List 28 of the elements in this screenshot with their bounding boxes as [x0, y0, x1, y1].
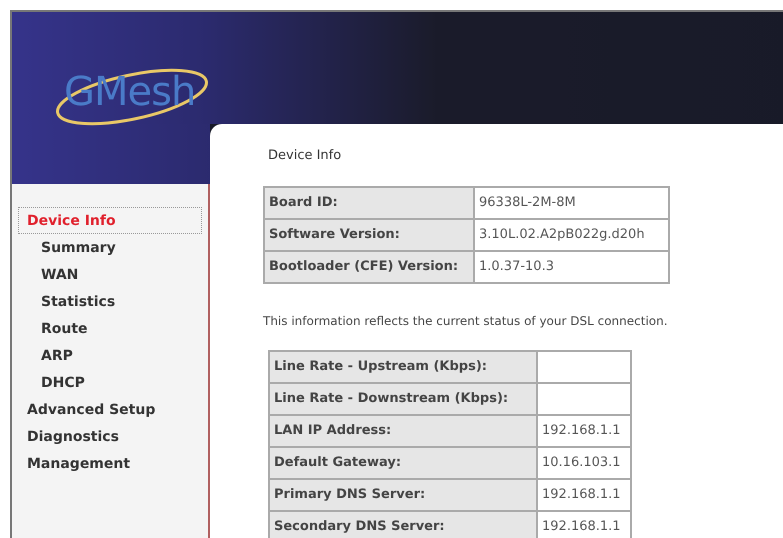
field-label: Primary DNS Server:: [269, 478, 537, 510]
nav-link[interactable]: Statistics: [18, 288, 202, 315]
field-label: Software Version:: [264, 218, 474, 250]
nav-link[interactable]: Advanced Setup: [18, 396, 202, 423]
field-value: 192.168.1.1: [537, 414, 631, 446]
field-value: 10.16.103.1: [537, 446, 631, 478]
nav-link[interactable]: DHCP: [18, 369, 202, 396]
nav-link[interactable]: Device Info: [18, 207, 202, 234]
field-label: Line Rate - Downstream (Kbps):: [269, 382, 537, 414]
page-title: Device Info: [268, 147, 342, 165]
field-value: 192.168.1.1: [537, 478, 631, 510]
field-value: 3.10L.02.A2pB022g.d20h: [474, 218, 669, 250]
field-label: Bootloader (CFE) Version:: [264, 250, 474, 282]
field-value: 192.168.1.1: [537, 510, 631, 538]
nav-link[interactable]: Route: [18, 315, 202, 342]
field-label: Line Rate - Upstream (Kbps):: [269, 350, 537, 382]
field-value: 1.0.37-10.3: [474, 250, 669, 282]
nav-link[interactable]: Summary: [18, 234, 202, 261]
nav-link[interactable]: Diagnostics: [18, 423, 202, 450]
field-value: 96338L-2M-8M: [474, 186, 669, 218]
status-text: This information reflects the current status of your DSL connection.: [263, 312, 668, 330]
field-label: Board ID:: [264, 186, 474, 218]
field-label: Secondary DNS Server:: [269, 510, 537, 538]
field-label: LAN IP Address:: [269, 414, 537, 446]
nav-link[interactable]: Management: [18, 450, 202, 477]
field-label: Default Gateway:: [269, 446, 537, 478]
nav-link[interactable]: WAN: [18, 261, 202, 288]
nav-link[interactable]: ARP: [18, 342, 202, 369]
